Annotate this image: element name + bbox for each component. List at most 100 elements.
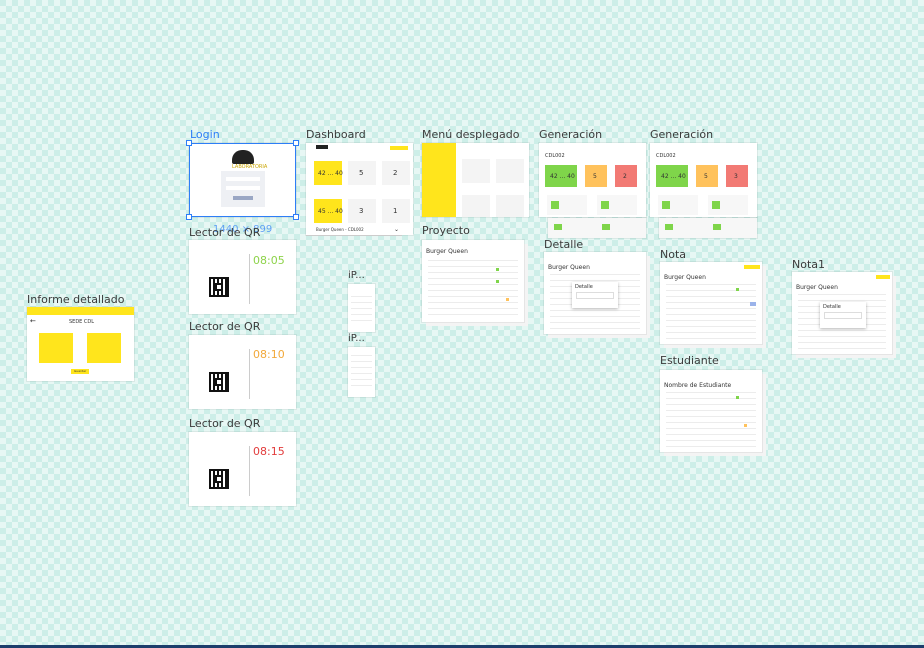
gen1-card-red: 2	[615, 165, 637, 187]
frame-label-detalle[interactable]: Detalle	[544, 238, 583, 251]
login-button[interactable]	[233, 196, 253, 200]
qr3-time: 08:15	[253, 445, 285, 458]
gen1-project-1[interactable]	[547, 195, 587, 215]
frame-label-iphone-1[interactable]: iP...	[348, 270, 365, 281]
nota1-modal[interactable]: Detalle	[820, 302, 866, 328]
dashboard-dropdown-value: Burger Queen - CDL002	[316, 227, 364, 232]
frame-generacion-2-bottom	[659, 218, 757, 238]
back-arrow-icon[interactable]: ←	[30, 317, 36, 325]
email-field[interactable]	[226, 177, 260, 181]
generacion-1-code: CDL002	[545, 153, 565, 159]
frame-login[interactable]: LABORATORIA	[189, 143, 296, 217]
detalle-title: Burger Queen	[548, 264, 590, 271]
frame-label-qr-3[interactable]: Lector de QR	[189, 417, 260, 430]
nota-title: Burger Queen	[664, 274, 706, 281]
generacion-2-code: CDL002	[656, 153, 676, 159]
qr-code-icon	[209, 469, 229, 489]
qr-code-icon	[209, 372, 229, 392]
gen2-big: 42 ... 40	[661, 173, 686, 180]
frame-label-proyecto[interactable]: Proyecto	[422, 224, 470, 237]
proyecto-title: Burger Queen	[426, 248, 468, 255]
frame-label-estudiante[interactable]: Estudiante	[660, 354, 719, 367]
gen1-s1: 5	[593, 173, 597, 180]
login-logo-text: LABORATORIA	[232, 164, 268, 170]
frame-label-generacion-2[interactable]: Generación	[650, 128, 713, 141]
qr2-time: 08:10	[253, 348, 285, 361]
frame-proyecto[interactable]: Burger Queen	[422, 240, 524, 322]
menu-card-3	[462, 195, 490, 217]
detalle-modal[interactable]: Detalle	[572, 282, 618, 308]
gen2-project-1[interactable]	[658, 195, 698, 215]
frame-iphone-2[interactable]	[348, 347, 375, 397]
dashboard-card-5: 3	[348, 199, 376, 223]
dashboard-stat-c: 3	[359, 207, 364, 215]
gen2-s2: 3	[734, 173, 738, 180]
informe-title: SEDE CDL	[69, 319, 95, 325]
informe-save-button[interactable]: Guardar	[71, 369, 89, 374]
gen2-s1: 5	[704, 173, 708, 180]
dashboard-card-2: 5	[348, 161, 376, 185]
dashboard-header-button[interactable]	[390, 146, 408, 150]
gen2-card-orange: 5	[696, 165, 718, 187]
frame-generacion-1[interactable]: CDL002 42 ... 40 5 2	[539, 143, 646, 217]
frame-nota[interactable]: Burger Queen	[660, 262, 762, 344]
password-field[interactable]	[226, 186, 260, 190]
menu-card-2	[496, 159, 524, 183]
informe-header	[27, 307, 134, 315]
dashboard-stat-b: 2	[393, 169, 398, 177]
dashboard-stat-d: 1	[393, 207, 398, 215]
gen1-project-2[interactable]	[597, 195, 637, 215]
dashboard-logo	[316, 145, 328, 149]
estudiante-title: Nombre de Estudiante	[664, 382, 732, 389]
frame-dashboard[interactable]: 42 ... 40 5 2 45 ... 40 3 1	[306, 143, 413, 235]
frame-label-iphone-2[interactable]: iP...	[348, 333, 365, 344]
frame-label-generacion-1[interactable]: Generación	[539, 128, 602, 141]
selection-handle-tr[interactable]	[293, 140, 299, 146]
frame-nota1[interactable]: Burger Queen Detalle	[792, 272, 892, 354]
dashboard-card-3: 2	[382, 161, 410, 185]
frame-label-dashboard[interactable]: Dashboard	[306, 128, 366, 141]
gen1-card-green: 42 ... 40	[545, 165, 577, 187]
frame-informe-detallado[interactable]: ← SEDE CDL Guardar	[27, 307, 134, 381]
frame-qr-1[interactable]: 08:05	[189, 240, 296, 314]
proyecto-table	[428, 260, 518, 318]
frame-label-informe[interactable]: Informe detallado	[27, 293, 125, 306]
qr3-divider	[249, 446, 250, 496]
menu-card-1	[462, 159, 490, 183]
selection-handle-br[interactable]	[293, 214, 299, 220]
nota1-modal-title: Detalle	[823, 304, 841, 310]
frame-label-login[interactable]: Login	[190, 128, 220, 141]
qr-code-icon	[209, 277, 229, 297]
gen1-s2: 2	[623, 173, 627, 180]
gen2-project-2[interactable]	[708, 195, 748, 215]
chevron-down-icon: ⌄	[394, 226, 400, 233]
side-menu[interactable]	[422, 143, 456, 217]
menu-card-4	[496, 195, 524, 217]
dashboard-card-4: 45 ... 40	[314, 199, 343, 223]
frame-qr-2[interactable]: 08:10	[189, 335, 296, 409]
dashboard-card-1: 42 ... 40	[314, 161, 343, 185]
frame-qr-3[interactable]: 08:15	[189, 432, 296, 506]
selection-handle-bl[interactable]	[186, 214, 192, 220]
frame-label-nota1[interactable]: Nota1	[792, 258, 825, 271]
frame-label-qr-2[interactable]: Lector de QR	[189, 320, 260, 333]
gen2-card-green: 42 ... 40	[656, 165, 688, 187]
selection-handle-tl[interactable]	[186, 140, 192, 146]
frame-menu-desplegado[interactable]	[422, 143, 529, 217]
dashboard-num-1: 42 ... 40	[318, 170, 343, 177]
logo-icon	[232, 150, 254, 164]
informe-card-2	[87, 333, 121, 363]
frame-estudiante[interactable]: Nombre de Estudiante	[660, 370, 762, 452]
frame-label-nota[interactable]: Nota	[660, 248, 686, 261]
frame-iphone-1[interactable]	[348, 284, 375, 332]
frame-label-qr-1[interactable]: Lector de QR	[189, 226, 260, 239]
frame-generacion-2[interactable]: CDL002 42 ... 40 5 3	[650, 143, 757, 217]
frame-detalle[interactable]: Burger Queen Detalle	[544, 252, 646, 334]
login-card	[221, 171, 265, 207]
frame-label-menu[interactable]: Menú desplegado	[422, 128, 519, 141]
dashboard-num-2: 45 ... 40	[318, 208, 343, 215]
modal-text-field[interactable]	[576, 292, 614, 299]
nota1-modal-field[interactable]	[824, 312, 862, 319]
gen1-big: 42 ... 40	[550, 173, 575, 180]
dashboard-dropdown[interactable]: Burger Queen - CDL002 ⌄	[306, 224, 402, 236]
